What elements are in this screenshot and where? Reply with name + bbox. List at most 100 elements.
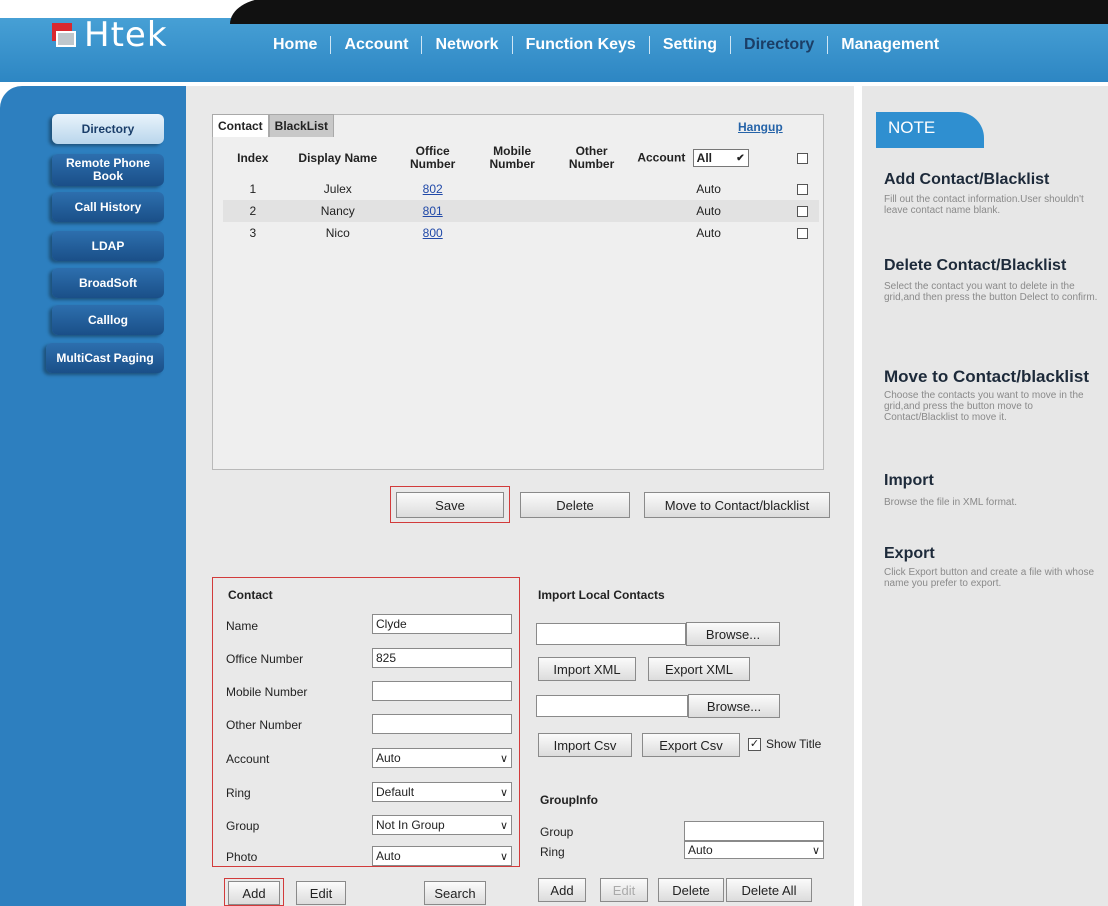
nav-directory[interactable]: Directory <box>731 36 827 54</box>
nav-management[interactable]: Management <box>828 36 952 54</box>
col-account: Account All ✔ <box>631 138 786 178</box>
group-info-ring-label: Ring <box>540 845 565 859</box>
row-display-name: Nancy <box>320 204 355 218</box>
logo-text: Htek <box>84 15 168 55</box>
save-button[interactable]: Save <box>396 492 504 518</box>
add-contact-button[interactable]: Add <box>228 881 280 905</box>
row-checkbox[interactable] <box>796 206 808 218</box>
nav-home[interactable]: Home <box>260 36 330 54</box>
sidebar-item-directory[interactable]: Directory <box>52 114 164 144</box>
account-select[interactable]: Auto ∨ <box>372 748 512 768</box>
account-filter-select[interactable]: All ✔ <box>692 149 749 167</box>
row-checkbox[interactable] <box>796 228 808 240</box>
note-text-export: Click Export button and create a file wi… <box>884 567 1095 589</box>
col-display-name: Display Name <box>298 150 378 165</box>
ring-select[interactable]: Default ∨ <box>372 782 512 802</box>
delete-button[interactable]: Delete <box>520 492 630 518</box>
sidebar-item-multicast-paging[interactable]: MultiCast Paging <box>46 343 164 373</box>
account-select-value: Auto <box>376 751 401 765</box>
row-index: 1 <box>249 182 257 196</box>
sidebar-item-calllog[interactable]: Calllog <box>52 305 164 335</box>
group-info-ring-value: Auto <box>688 843 713 857</box>
sidebar-item-ldap[interactable]: LDAP <box>52 231 164 261</box>
account-label: Account <box>226 752 270 766</box>
row-index: 2 <box>249 204 257 218</box>
tab-blacklist[interactable]: BlackList <box>268 114 335 137</box>
row-other-number <box>552 178 631 200</box>
row-mobile-number <box>472 222 551 244</box>
mobile-number-field[interactable] <box>372 681 512 701</box>
hangup-link[interactable]: Hangup <box>738 120 783 134</box>
group-info-ring-select[interactable]: Auto ∨ <box>684 841 824 859</box>
tab-contact[interactable]: Contact <box>212 114 269 137</box>
col-office-number: Office Number <box>410 144 456 171</box>
nav-account[interactable]: Account <box>331 36 421 54</box>
note-text-import: Browse the file in XML format. <box>884 497 1018 508</box>
group-label: Group <box>226 819 260 833</box>
browse-csv-button[interactable]: Browse... <box>688 694 780 718</box>
table-row[interactable]: 3 Nico 800 Auto <box>223 222 819 244</box>
mobile-number-label: Mobile Number <box>226 685 308 699</box>
row-account: Auto <box>696 226 721 240</box>
csv-file-path[interactable] <box>536 695 688 717</box>
nav-network[interactable]: Network <box>422 36 511 54</box>
row-checkbox[interactable] <box>796 184 808 196</box>
xml-file-path[interactable] <box>536 623 686 645</box>
export-csv-button[interactable]: Export Csv <box>642 733 740 757</box>
export-xml-button[interactable]: Export XML <box>648 657 750 681</box>
note-title-add: Add Contact/Blacklist <box>884 171 1050 188</box>
select-all-checkbox[interactable] <box>796 152 808 164</box>
other-number-label: Other Number <box>226 718 303 732</box>
ring-select-value: Default <box>376 785 415 799</box>
row-office-number-link[interactable]: 802 <box>423 182 443 196</box>
sidebar-item-call-history[interactable]: Call History <box>52 192 164 222</box>
move-to-contact-blacklist-button[interactable]: Move to Contact/blacklist <box>644 492 830 518</box>
row-mobile-number <box>472 178 551 200</box>
row-office-number-link[interactable]: 800 <box>423 226 443 240</box>
group-info-group-field[interactable] <box>684 821 824 841</box>
row-other-number <box>552 200 631 222</box>
col-other-number: Other Number <box>568 144 615 171</box>
import-local-title: Import Local Contacts <box>538 588 665 602</box>
search-contact-button[interactable]: Search <box>424 881 486 905</box>
office-number-field[interactable]: 825 <box>372 648 512 668</box>
sidebar-item-broadsoft[interactable]: BroadSoft <box>52 268 164 298</box>
col-select-all <box>786 138 819 178</box>
show-title-checkbox[interactable]: ✓ <box>748 738 761 751</box>
contact-table: Index Display Name Office Number Mobile … <box>223 138 819 244</box>
group-select[interactable]: Not In Group ∨ <box>372 815 512 835</box>
row-display-name: Julex <box>323 182 352 196</box>
other-number-field[interactable] <box>372 714 512 734</box>
group-edit-button[interactable]: Edit <box>600 878 648 902</box>
group-select-value: Not In Group <box>376 818 445 832</box>
name-field[interactable]: Clyde <box>372 614 512 634</box>
note-tab: NOTE <box>876 112 984 148</box>
group-info-title: GroupInfo <box>540 793 598 807</box>
col-mobile-number: Mobile Number <box>489 144 535 171</box>
import-csv-button[interactable]: Import Csv <box>538 733 632 757</box>
chevron-down-icon: ∨ <box>811 844 820 857</box>
sidebar-item-remote-phone-book[interactable]: Remote Phone Book <box>52 154 164 186</box>
table-row[interactable]: 1 Julex 802 Auto <box>223 178 819 200</box>
import-xml-button[interactable]: Import XML <box>538 657 636 681</box>
group-delete-button[interactable]: Delete <box>658 878 724 902</box>
nav-setting[interactable]: Setting <box>650 36 730 54</box>
sidebar: Directory Remote Phone Book Call History… <box>0 86 186 906</box>
table-header-row: Index Display Name Office Number Mobile … <box>223 138 819 178</box>
note-title-move: Move to Contact/blacklist <box>884 367 1089 386</box>
table-row[interactable]: 2 Nancy 801 Auto <box>223 200 819 222</box>
row-office-number-link[interactable]: 801 <box>423 204 443 218</box>
note-title-import: Import <box>884 472 934 489</box>
photo-select[interactable]: Auto ∨ <box>372 846 512 866</box>
group-delete-all-button[interactable]: Delete All <box>726 878 812 902</box>
nav-function-keys[interactable]: Function Keys <box>513 36 649 54</box>
browse-xml-button[interactable]: Browse... <box>686 622 780 646</box>
contact-grid: Index Display Name Office Number Mobile … <box>212 114 824 470</box>
edit-contact-button[interactable]: Edit <box>296 881 346 905</box>
photo-select-value: Auto <box>376 849 401 863</box>
logo: Htek <box>52 18 168 52</box>
group-add-button[interactable]: Add <box>538 878 586 902</box>
top-nav: Home Account Network Function Keys Setti… <box>260 36 952 54</box>
row-display-name: Nico <box>325 226 350 240</box>
note-title-delete: Delete Contact/Blacklist <box>884 257 1067 274</box>
